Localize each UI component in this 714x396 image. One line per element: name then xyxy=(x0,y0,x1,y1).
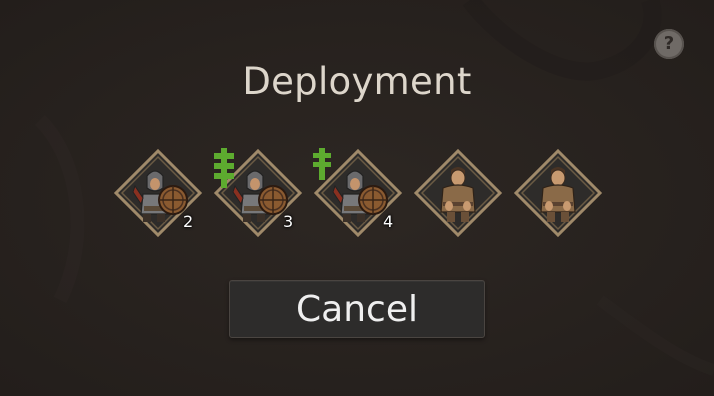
unit-count: 3 xyxy=(283,212,294,231)
unit-count: 2 xyxy=(183,212,194,231)
unit-card-peasant[interactable] xyxy=(513,148,603,238)
upgrade-marker-icon xyxy=(313,148,331,180)
cancel-button[interactable]: Cancel xyxy=(229,280,485,338)
unit-card-shield-soldier[interactable]: 3 xyxy=(213,148,303,238)
unit-card-shield-soldier[interactable]: 4 xyxy=(313,148,403,238)
upgrade-marker-icon xyxy=(214,148,234,188)
unit-card-shield-soldier[interactable]: 2 xyxy=(113,148,203,238)
peasant-icon xyxy=(413,148,503,238)
unit-card-peasant[interactable] xyxy=(413,148,503,238)
unit-count: 4 xyxy=(383,212,394,231)
peasant-icon xyxy=(513,148,603,238)
